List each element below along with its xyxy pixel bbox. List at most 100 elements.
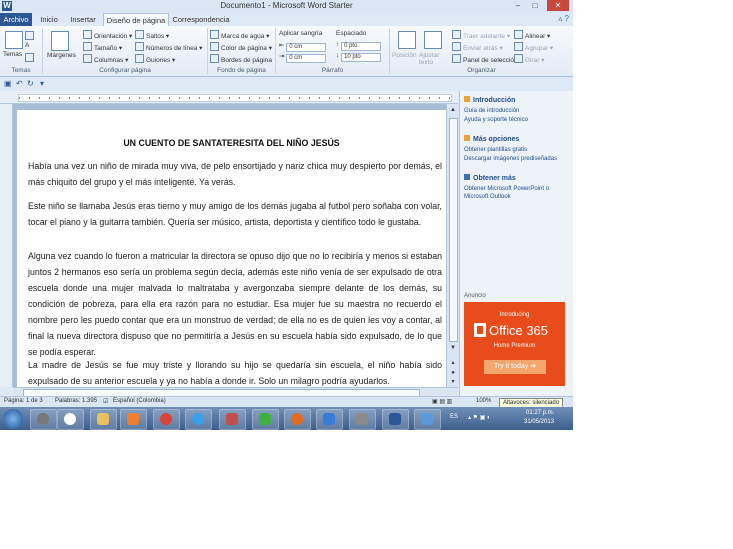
agrupar-button[interactable]: Agrupar ▾ <box>514 42 553 52</box>
ajustar-texto-button[interactable]: Ajustar texto <box>419 52 443 66</box>
zoom-level[interactable]: 100% <box>476 398 491 404</box>
scroll-thumb[interactable] <box>449 118 458 342</box>
internet-explorer-icon[interactable] <box>185 409 212 430</box>
tab-correspondencia[interactable]: Correspondencia <box>170 13 232 26</box>
clock-time[interactable]: 01:27 p.m. <box>526 410 554 416</box>
clock-date[interactable]: 31/05/2013 <box>524 419 554 425</box>
paragraph-4: La madre de Jesús se fue muy triste y ll… <box>28 360 442 386</box>
redo-icon[interactable]: ↻ <box>27 79 34 88</box>
system-tray: ES ▴ ⚑ ▣ ◐ 01:27 p.m. 31/05/2013 <box>448 407 573 430</box>
select-browse-icon[interactable]: ● <box>449 369 457 377</box>
horizontal-ruler[interactable] <box>0 91 458 104</box>
tab-insertar[interactable]: Insertar <box>66 13 100 26</box>
vertical-ruler[interactable] <box>0 104 13 387</box>
themes-icon[interactable] <box>5 31 23 49</box>
taskbar-app-2[interactable] <box>57 409 84 430</box>
close-button[interactable]: ✕ <box>547 0 569 11</box>
position-icon[interactable] <box>398 31 416 49</box>
minimize-button[interactable]: – <box>510 0 526 11</box>
marca-agua-button[interactable]: Marca de agua ▾ <box>210 30 269 40</box>
theme-colors-icon[interactable] <box>25 31 36 41</box>
ad-label: Anuncio <box>464 293 486 299</box>
next-page-icon[interactable]: ▾ <box>449 378 457 386</box>
saltos-button[interactable]: Saltos ▾ <box>135 30 169 40</box>
chrome-icon[interactable] <box>153 409 180 430</box>
aplicar-sangria-label: Aplicar sangría <box>279 30 323 37</box>
girar-button[interactable]: Girar ▾ <box>514 54 545 64</box>
taskbar-app-13[interactable] <box>414 409 441 430</box>
link-ayuda-soporte[interactable]: Ayuda y soporte técnico <box>464 117 528 123</box>
tamano-button[interactable]: Tamaño ▾ <box>83 42 122 52</box>
alinear-button[interactable]: Alinear ▾ <box>514 30 550 40</box>
indent-right-field[interactable]: ⇥ 0 cm <box>279 52 327 63</box>
orientacion-button[interactable]: Orientación ▾ <box>83 30 132 40</box>
taskbar-app-10[interactable] <box>316 409 343 430</box>
firefox-icon[interactable] <box>284 409 311 430</box>
language-tray[interactable]: ES <box>450 414 458 420</box>
word-count[interactable]: Palabras: 1.395 <box>55 398 97 404</box>
page-count[interactable]: Página: 1 de 3 <box>4 398 43 404</box>
margins-icon[interactable] <box>51 31 69 51</box>
guiones-button[interactable]: Guiones ▾ <box>135 54 175 64</box>
taskbar-app-1[interactable] <box>30 409 57 430</box>
color-pagina-button[interactable]: Color de página ▾ <box>210 42 272 52</box>
save-icon[interactable]: ▣ <box>4 79 12 88</box>
taskbar-app-7[interactable] <box>219 409 246 430</box>
panel-seleccion-button[interactable]: Panel de selección <box>452 54 518 64</box>
link-guia-introduccion[interactable]: Guía de introducción <box>464 108 519 114</box>
columnas-button[interactable]: Columnas ▾ <box>83 54 128 64</box>
theme-fonts-icon[interactable]: A <box>25 42 29 49</box>
spacing-before-field[interactable]: ↑ 0 pto <box>336 41 382 51</box>
explorer-icon[interactable] <box>90 409 117 430</box>
bordes-pagina-button[interactable]: Bordes de página <box>210 54 272 64</box>
ad-product: Office 365 <box>489 323 549 338</box>
enviar-atras-button[interactable]: Enviar atrás ▾ <box>452 42 503 52</box>
tab-archivo[interactable]: Archivo <box>0 13 32 26</box>
prev-page-icon[interactable]: ▴ <box>449 359 457 367</box>
ruler-scale <box>18 94 452 102</box>
group-label: Organizar <box>467 67 496 74</box>
star-icon <box>464 135 470 141</box>
document-page[interactable]: UN CUENTO DE SANTATERESITA DEL NIÑO JESÚ… <box>17 110 446 387</box>
group-organizar: Posición Ajustar texto Traer adelante ▾ … <box>390 28 573 74</box>
tab-inicio[interactable]: Inicio <box>35 13 63 26</box>
link-powerpoint[interactable]: Obtener Microsoft PowerPoint o <box>464 186 549 192</box>
help-icon[interactable]: ▵ ? <box>558 14 569 23</box>
spacing-after-field[interactable]: ↓ 10 pto <box>336 52 382 62</box>
language-indicator[interactable]: Español (Colombia) <box>113 398 166 404</box>
vertical-scrollbar[interactable]: ▲ ▼ ▴ ● ▾ <box>446 104 459 387</box>
group-fondo-pagina: Marca de agua ▾ Color de página ▾ Bordes… <box>208 28 276 74</box>
tab-diseno-pagina[interactable]: Diseño de página <box>103 13 169 26</box>
start-button[interactable] <box>3 409 23 429</box>
group-label: Párrafo <box>321 67 344 74</box>
ribbon: Temas A Temas Márgenes Orientación ▾ Tam… <box>0 26 573 77</box>
link-imagenes[interactable]: Descargar imágenes prediseñadas <box>464 156 557 162</box>
try-it-today-button[interactable]: Try it today ➔ <box>484 360 546 374</box>
ad-intro: Introducing <box>499 312 530 318</box>
indent-left-field[interactable]: ⇤ 0 cm <box>279 41 327 52</box>
task-pane: Introducción Guía de introducción Ayuda … <box>459 91 573 396</box>
taskbar-app-11[interactable] <box>349 409 376 430</box>
margenes-button[interactable]: Márgenes <box>47 52 76 59</box>
scroll-down-icon[interactable]: ▼ <box>449 344 457 352</box>
office365-ad[interactable]: Introducing Office 365 Home Premium Try … <box>464 302 565 386</box>
maximize-button[interactable]: □ <box>527 0 543 11</box>
customize-qat-icon[interactable]: ▾ <box>40 79 44 88</box>
scroll-up-icon[interactable]: ▲ <box>449 106 457 114</box>
posicion-button[interactable]: Posición <box>392 52 417 59</box>
numeros-linea-button[interactable]: Números de línea ▾ <box>135 42 202 52</box>
traer-adelante-button[interactable]: Traer adelante ▾ <box>452 30 510 40</box>
undo-icon[interactable]: ↶ <box>16 79 23 88</box>
proofing-icon[interactable]: ☑ <box>103 398 108 405</box>
view-buttons[interactable]: ▣ ▤ ▥ <box>432 398 452 405</box>
tray-icons[interactable]: ▴ ⚑ ▣ ◐ <box>468 414 491 421</box>
link-outlook[interactable]: Microsoft Outlook <box>464 194 511 200</box>
temas-button[interactable]: Temas <box>3 51 22 58</box>
word-taskbar-icon[interactable] <box>382 409 409 430</box>
link-plantillas[interactable]: Obtener plantillas gratis <box>464 147 527 153</box>
taskbar-app-8[interactable] <box>252 409 279 430</box>
media-player-icon[interactable] <box>120 409 147 430</box>
pane-heading-introduccion: Introducción <box>464 96 515 104</box>
theme-effects-icon[interactable] <box>25 53 36 63</box>
wrap-text-icon[interactable] <box>424 31 442 49</box>
